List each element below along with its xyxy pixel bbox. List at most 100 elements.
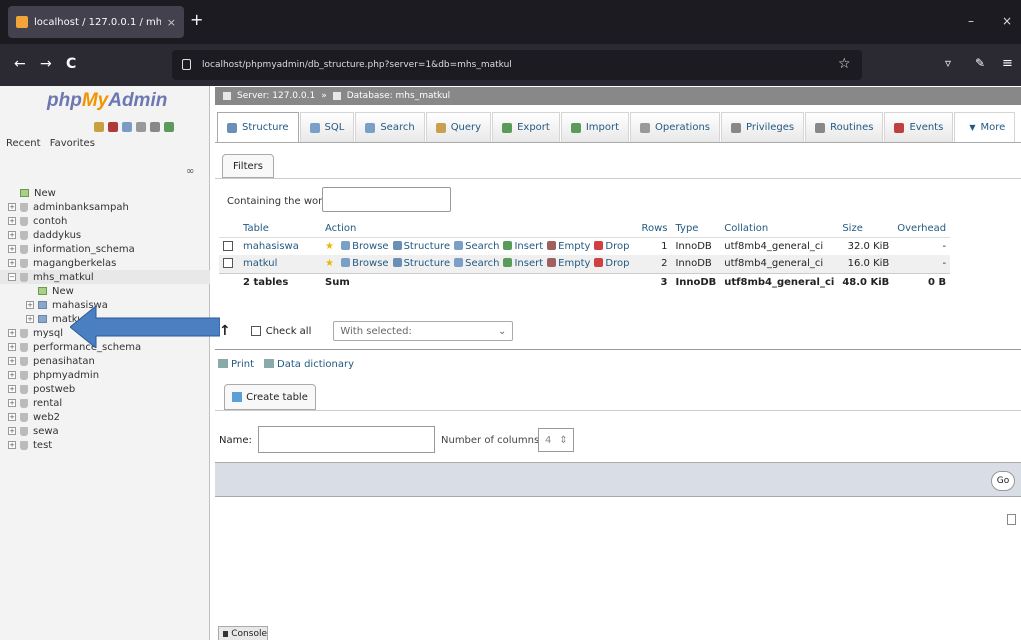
- sidebar-item[interactable]: + information_schema: [0, 242, 210, 256]
- sidebar-item[interactable]: + magangberkelas: [0, 256, 210, 270]
- new-tab-button[interactable]: +: [190, 10, 203, 29]
- tab-privileges[interactable]: Privileges: [721, 112, 805, 142]
- action-insert[interactable]: Insert: [503, 258, 543, 269]
- with-selected-select[interactable]: With selected: ⌄: [333, 321, 514, 341]
- expand-icon[interactable]: +: [8, 385, 16, 393]
- row-checkbox[interactable]: [223, 258, 233, 269]
- header-size[interactable]: Size: [838, 221, 894, 238]
- sidebar-item[interactable]: + penasihatan: [0, 354, 210, 368]
- extensions-icon[interactable]: ✎: [975, 56, 985, 70]
- sidebar-item[interactable]: + test: [0, 438, 210, 452]
- action-empty[interactable]: Empty: [547, 240, 590, 252]
- window-close-button[interactable]: ×: [1002, 14, 1012, 28]
- logout-icon[interactable]: [108, 122, 118, 132]
- pocket-icon[interactable]: ▿: [945, 56, 951, 70]
- console-tab[interactable]: Console: [218, 626, 268, 640]
- expand-icon[interactable]: +: [8, 343, 16, 351]
- action-search[interactable]: Search: [454, 240, 499, 252]
- sql-docs-icon[interactable]: [136, 122, 146, 132]
- tab-export[interactable]: Export: [492, 112, 560, 142]
- expand-icon[interactable]: +: [8, 357, 16, 365]
- action-structure[interactable]: Structure: [392, 258, 450, 269]
- tab-import[interactable]: Import: [560, 112, 630, 142]
- reload-button[interactable]: C: [66, 56, 76, 72]
- expand-icon[interactable]: +: [8, 413, 16, 421]
- document-icon[interactable]: [1007, 514, 1016, 525]
- expand-icon[interactable]: +: [8, 329, 16, 337]
- check-all-checkbox[interactable]: [250, 326, 261, 336]
- print-link[interactable]: Print: [218, 359, 254, 370]
- browser-tab[interactable]: localhost / 127.0.0.1 / mhs_mat... ×: [8, 6, 184, 38]
- expand-icon[interactable]: +: [8, 203, 16, 211]
- tab-operations[interactable]: Operations: [630, 112, 720, 142]
- sidebar-item[interactable]: + phpmyadmin: [0, 368, 210, 382]
- check-all-label[interactable]: Check all: [266, 326, 312, 337]
- header-rows[interactable]: Rows: [637, 221, 672, 238]
- expand-icon[interactable]: +: [8, 217, 16, 225]
- favorites-tab[interactable]: Favorites: [50, 138, 95, 149]
- expand-icon[interactable]: +: [8, 427, 16, 435]
- sidebar-item[interactable]: + rental: [0, 396, 210, 410]
- data-dictionary-link[interactable]: Data dictionary: [264, 359, 354, 370]
- minimize-button[interactable]: –: [968, 14, 974, 28]
- expand-icon[interactable]: −: [8, 273, 16, 281]
- header-table[interactable]: Table: [239, 221, 321, 238]
- action-browse[interactable]: Browse: [341, 258, 389, 269]
- header-collation[interactable]: Collation: [720, 221, 839, 238]
- action-drop[interactable]: Drop: [594, 240, 629, 252]
- recent-tab[interactable]: Recent: [6, 138, 41, 149]
- home-icon[interactable]: [94, 122, 104, 132]
- tab-more[interactable]: ▼ More: [954, 112, 1016, 142]
- forward-button[interactable]: →: [40, 56, 52, 72]
- tab-query[interactable]: Query: [425, 112, 492, 142]
- go-button[interactable]: Go: [991, 471, 1015, 491]
- tab-search[interactable]: Search: [355, 112, 425, 142]
- action-browse[interactable]: Browse: [341, 240, 389, 252]
- bookmark-star-icon[interactable]: ☆: [838, 56, 851, 72]
- action-structure[interactable]: Structure: [392, 240, 450, 252]
- menu-icon[interactable]: ≡: [1002, 56, 1013, 71]
- expand-icon[interactable]: +: [26, 315, 34, 323]
- action-drop[interactable]: Drop: [594, 258, 629, 269]
- header-overhead[interactable]: Overhead: [893, 221, 951, 238]
- sidebar-item[interactable]: + web2: [0, 410, 210, 424]
- back-button[interactable]: ←: [14, 56, 26, 72]
- expand-icon[interactable]: +: [8, 245, 16, 253]
- expand-icon[interactable]: +: [26, 301, 34, 309]
- tab-close-icon[interactable]: ×: [167, 16, 176, 29]
- sidebar-item[interactable]: New: [0, 284, 210, 298]
- table-name-link[interactable]: matkul: [243, 258, 277, 269]
- favorite-star-icon[interactable]: ★: [325, 241, 334, 252]
- table-name-input[interactable]: [258, 426, 435, 453]
- tab-events[interactable]: Events: [884, 112, 954, 142]
- action-search[interactable]: Search: [454, 258, 499, 269]
- filter-input[interactable]: [322, 187, 451, 212]
- favorite-star-icon[interactable]: ★: [325, 258, 334, 269]
- url-bar[interactable]: localhost/phpmyadmin/db_structure.php?se…: [172, 50, 862, 80]
- expand-icon[interactable]: +: [8, 371, 16, 379]
- header-type[interactable]: Type: [671, 221, 721, 238]
- expand-icon[interactable]: +: [8, 441, 16, 449]
- tab-sql[interactable]: SQL: [299, 112, 355, 142]
- columns-stepper[interactable]: 4 ⇕: [538, 428, 574, 452]
- breadcrumb-database[interactable]: Database: mhs_matkul: [347, 91, 450, 101]
- action-insert[interactable]: Insert: [503, 240, 543, 252]
- sidebar-item[interactable]: − mhs_matkul: [0, 270, 210, 284]
- docs-icon[interactable]: [122, 122, 132, 132]
- expand-icon[interactable]: +: [8, 399, 16, 407]
- reload-nav-icon[interactable]: [164, 122, 174, 132]
- sidebar-item[interactable]: + daddykus: [0, 228, 210, 242]
- tab-structure[interactable]: Structure: [217, 112, 299, 142]
- stepper-icon[interactable]: ⇕: [559, 435, 567, 446]
- sidebar-item[interactable]: + adminbanksampah: [0, 200, 210, 214]
- phpmyadmin-logo[interactable]: phpMyAdmin: [47, 90, 167, 112]
- breadcrumb-server[interactable]: Server: 127.0.0.1: [237, 91, 315, 101]
- link-icon[interactable]: ∞: [186, 166, 194, 177]
- action-empty[interactable]: Empty: [547, 258, 590, 269]
- expand-icon[interactable]: +: [8, 259, 16, 267]
- row-checkbox[interactable]: [223, 240, 233, 251]
- tab-routines[interactable]: Routines: [805, 112, 884, 142]
- settings-icon[interactable]: [150, 122, 160, 132]
- sidebar-item[interactable]: + contoh: [0, 214, 210, 228]
- sidebar-item[interactable]: + postweb: [0, 382, 210, 396]
